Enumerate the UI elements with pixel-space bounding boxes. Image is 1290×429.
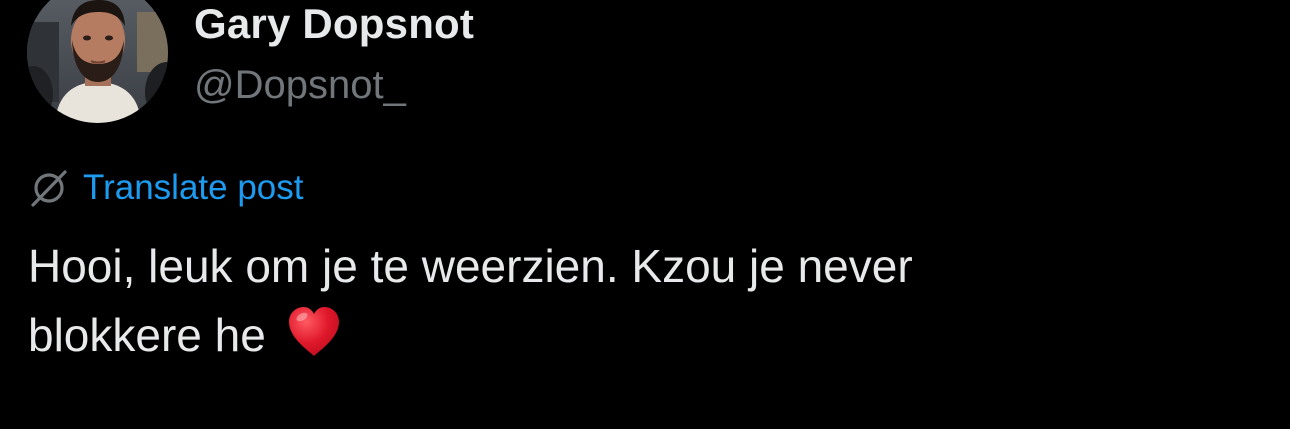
author-display-name[interactable]: Gary Dopsnot [194,0,474,48]
author-handle[interactable]: @Dopsnot_ [194,62,406,108]
author-avatar[interactable] [27,0,168,123]
translate-post-button[interactable]: Translate post [29,166,303,210]
heart-icon [285,307,343,371]
post[interactable]: Gary Dopsnot @Dopsnot_ Translate post Ho… [0,0,1290,429]
post-text-line-1: Hooi, leuk om je te weerzien. Kzou je ne… [28,240,913,292]
avatar-photo [27,0,168,123]
post-text: Hooi, leuk om je te weerzien. Kzou je ne… [28,232,1258,380]
translate-post-label: Translate post [83,168,304,207]
post-text-line-2: blokkere he [28,309,266,361]
globe-slash-icon [29,168,69,208]
